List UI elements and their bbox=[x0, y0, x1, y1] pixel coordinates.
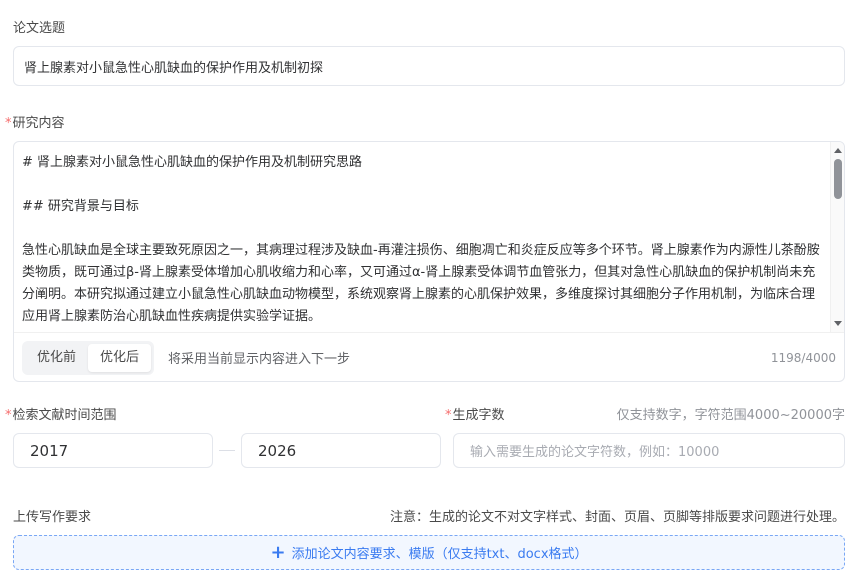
word-count-label-text: 生成字数 bbox=[452, 408, 505, 423]
upload-button-label: 添加论文内容要求、模版（仅支持txt、docx格式） bbox=[291, 547, 588, 562]
upload-requirements-button[interactable]: + 添加论文内容要求、模版（仅支持txt、docx格式） bbox=[13, 535, 845, 570]
research-label: *研究内容 bbox=[5, 112, 65, 131]
word-count-hint: 仅支持数字，字符范围4000~20000字 bbox=[616, 408, 845, 423]
research-textarea[interactable]: # 肾上腺素对小鼠急性心肌缺血的保护作用及机制研究思路 ## 研究背景与目标 急… bbox=[14, 142, 832, 332]
editor-hint: 将采用当前显示内容进入下一步 bbox=[168, 352, 351, 367]
tab-before-optimize[interactable]: 优化前 bbox=[25, 344, 88, 372]
time-range-label-text: 检索文献时间范围 bbox=[12, 408, 117, 423]
end-year-input[interactable]: 2026 bbox=[241, 433, 441, 468]
time-range-label: *检索文献时间范围 bbox=[5, 404, 117, 423]
content-paragraph: 急性心肌缺血是全球主要致死原因之一，其病理过程涉及缺血-再灌注损伤、细胞凋亡和炎… bbox=[22, 243, 820, 324]
topic-label: 论文选题 bbox=[13, 21, 66, 36]
start-year-value: 2017 bbox=[30, 441, 69, 460]
tab-after-optimize[interactable]: 优化后 bbox=[88, 343, 152, 372]
scroll-up-icon[interactable] bbox=[834, 148, 842, 153]
required-mark: * bbox=[445, 408, 452, 423]
plus-icon: + bbox=[270, 541, 286, 563]
required-mark: * bbox=[5, 116, 12, 131]
word-count-placeholder: 输入需要生成的论文字符数，例如：10000 bbox=[470, 445, 720, 460]
editor-scrollbar[interactable] bbox=[830, 142, 844, 332]
scroll-thumb[interactable] bbox=[834, 159, 842, 199]
topic-value: 肾上腺素对小鼠急性心肌缺血的保护作用及机制初探 bbox=[24, 60, 324, 76]
content-heading-2: ## 研究背景与目标 bbox=[22, 199, 139, 214]
topic-input[interactable]: 肾上腺素对小鼠急性心肌缺血的保护作用及机制初探 bbox=[13, 46, 845, 86]
range-separator bbox=[219, 450, 235, 451]
editor-footer: 优化前 优化后 将采用当前显示内容进入下一步 1198/4000 bbox=[14, 332, 844, 381]
start-year-input[interactable]: 2017 bbox=[13, 433, 213, 468]
content-heading-1: # 肾上腺素对小鼠急性心肌缺血的保护作用及机制研究思路 bbox=[22, 155, 363, 170]
scroll-down-icon[interactable] bbox=[834, 321, 842, 326]
required-mark: * bbox=[5, 408, 12, 423]
version-toggle: 优化前 优化后 bbox=[22, 340, 155, 375]
upload-note: 注意：生成的论文不对文字样式、封面、页眉、页脚等排版要求问题进行处理。 bbox=[389, 510, 845, 525]
research-editor: # 肾上腺素对小鼠急性心肌缺血的保护作用及机制研究思路 ## 研究背景与目标 急… bbox=[13, 141, 845, 382]
upload-label: 上传写作要求 bbox=[13, 510, 92, 525]
char-counter: 1198/4000 bbox=[770, 350, 836, 365]
research-label-text: 研究内容 bbox=[12, 116, 65, 131]
end-year-value: 2026 bbox=[258, 441, 297, 460]
word-count-label: *生成字数 bbox=[445, 404, 505, 423]
word-count-input[interactable]: 输入需要生成的论文字符数，例如：10000 bbox=[453, 433, 845, 468]
